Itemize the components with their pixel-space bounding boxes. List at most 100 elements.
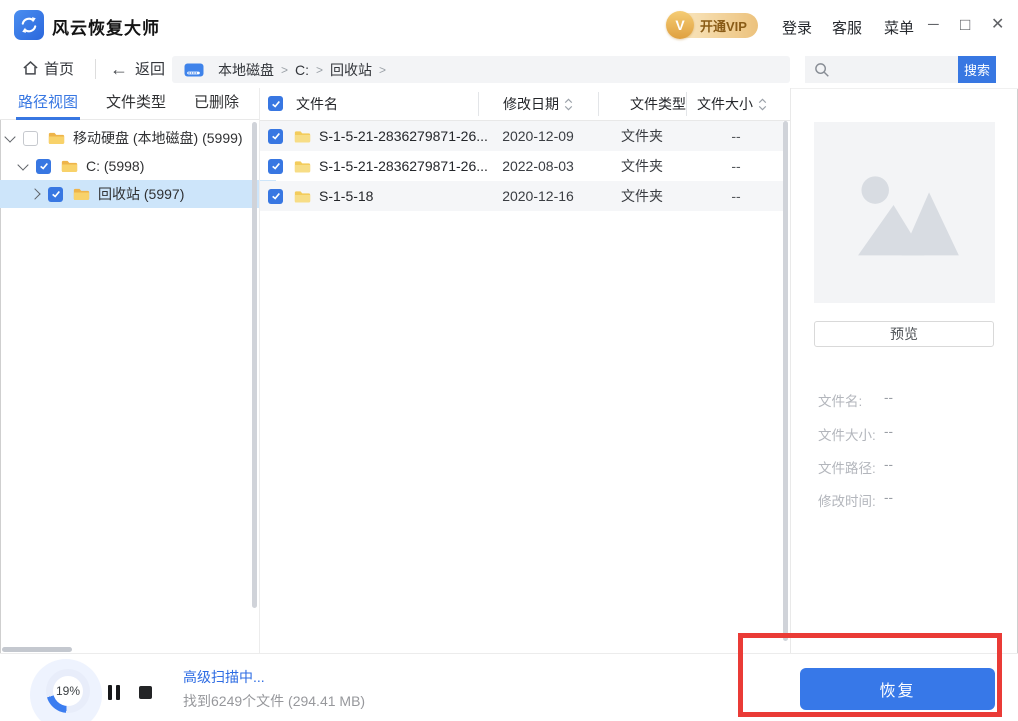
row-checkbox-checked[interactable] [268, 189, 283, 204]
vip-button[interactable]: V 开通VIP [668, 13, 758, 38]
column-header-type[interactable]: 文件类型 [614, 88, 702, 120]
field-value-filesize: -- [884, 424, 893, 439]
table-header: 文件名 修改日期 文件类型 文件大小 [260, 88, 790, 121]
sidebar-vertical-scrollbar[interactable] [252, 122, 257, 608]
tree-item-recycle-bin[interactable]: 回收站 (5997) [0, 180, 276, 208]
field-value-filename: -- [884, 390, 893, 405]
column-separator [598, 92, 599, 116]
breadcrumb-segment-disk[interactable]: 本地磁盘 [218, 60, 274, 80]
select-all-checkbox[interactable] [268, 96, 283, 111]
preview-button[interactable]: 预览 [814, 321, 994, 347]
tree-item-disk[interactable]: 移动硬盘 (本地磁盘) (5999) [0, 124, 258, 152]
breadcrumb-separator: > [316, 63, 323, 77]
breadcrumb-segment-c[interactable]: C: [295, 62, 309, 78]
table-row[interactable]: S-1-5-21-2836279871-26... 2020-12-09 文件夹… [260, 121, 783, 151]
support-link[interactable]: 客服 [832, 17, 862, 38]
progress-percent: 19% [53, 676, 83, 706]
file-date: 2022-08-03 [478, 158, 598, 174]
checkbox-checked[interactable] [48, 187, 63, 202]
vip-badge-icon: V [666, 11, 694, 39]
field-value-filepath: -- [884, 457, 893, 472]
file-date: 2020-12-09 [478, 128, 598, 144]
field-label-filesize: 文件大小: [818, 424, 876, 444]
menu-link[interactable]: 菜单 [884, 17, 914, 38]
tab-deleted[interactable]: 已删除 [192, 88, 241, 120]
nav-bar: 首页 ← 返回 本地磁盘 > C: > 回收站 > [0, 50, 1018, 89]
home-icon [22, 60, 39, 76]
status-bar: 19% 高级扫描中... 找到6249个文件 (294.41 MB) 恢复 [0, 653, 1018, 721]
chevron-down-icon[interactable] [17, 159, 28, 170]
column-separator [686, 92, 687, 116]
folder-icon [61, 159, 78, 173]
title-bar: 风云恢复大师 V 开通VIP 登录 客服 菜单 ─ □ ✕ [0, 0, 1018, 51]
row-checkbox-checked[interactable] [268, 129, 283, 144]
minimize-icon[interactable]: ─ [928, 16, 939, 34]
field-label-filepath: 文件路径: [818, 457, 876, 477]
tab-file-type[interactable]: 文件类型 [104, 88, 168, 120]
drive-icon [184, 62, 204, 78]
column-header-date[interactable]: 修改日期 [503, 88, 574, 120]
back-button[interactable]: ← 返回 [110, 58, 165, 80]
checkbox-unchecked[interactable] [23, 131, 38, 146]
search-icon [814, 62, 830, 78]
file-date: 2020-12-16 [478, 188, 598, 204]
tree-item-label: C: (5998) [86, 158, 144, 174]
checkbox-checked[interactable] [36, 159, 51, 174]
field-value-modified: -- [884, 490, 893, 505]
tab-path-view[interactable]: 路径视图 [16, 88, 80, 120]
breadcrumb-segment-recycle[interactable]: 回收站 [330, 60, 372, 80]
file-name: S-1-5-21-2836279871-26... [319, 128, 488, 144]
column-header-date-label: 修改日期 [503, 94, 559, 114]
back-arrow-icon: ← [110, 59, 128, 79]
column-header-name[interactable]: 文件名 [296, 88, 338, 120]
login-link[interactable]: 登录 [782, 17, 812, 38]
stop-button[interactable] [139, 686, 152, 699]
breadcrumb-separator: > [379, 63, 386, 77]
folder-icon [294, 159, 311, 174]
table-vertical-scrollbar[interactable] [783, 121, 788, 641]
file-size: -- [686, 158, 786, 174]
column-header-size[interactable]: 文件大小 [697, 88, 768, 120]
file-name: S-1-5-21-2836279871-26... [319, 158, 488, 174]
scan-status-text: 高级扫描中... [183, 667, 265, 687]
search-box [805, 56, 958, 83]
search-button[interactable]: 搜索 [958, 56, 996, 83]
home-label: 首页 [44, 61, 74, 78]
sort-icon[interactable] [563, 97, 574, 112]
file-name: S-1-5-18 [319, 188, 373, 204]
field-label-modified: 修改时间: [818, 490, 876, 510]
tree-item-c-drive[interactable]: C: (5998) [0, 152, 271, 180]
table-row[interactable]: S-1-5-18 2020-12-16 文件夹 -- [260, 181, 783, 211]
recover-button[interactable]: 恢复 [800, 668, 995, 710]
column-separator [478, 92, 479, 116]
close-icon[interactable]: ✕ [991, 16, 1004, 34]
row-checkbox-checked[interactable] [268, 159, 283, 174]
folder-icon [294, 189, 311, 204]
folder-icon [48, 131, 65, 145]
tree-item-label: 移动硬盘 (本地磁盘) (5999) [73, 128, 243, 148]
chevron-right-icon[interactable] [29, 188, 40, 199]
preview-placeholder [814, 122, 995, 303]
file-type: 文件夹 [598, 156, 686, 176]
column-header-size-label: 文件大小 [697, 94, 753, 114]
vip-label: 开通VIP [700, 16, 747, 35]
image-placeholder-icon [842, 161, 968, 265]
search-input[interactable] [836, 59, 958, 81]
breadcrumb: 本地磁盘 > C: > 回收站 > [172, 56, 790, 83]
pause-button[interactable] [108, 685, 123, 700]
maximize-icon[interactable]: □ [960, 16, 970, 34]
app-logo-icon [14, 10, 44, 40]
field-label-filename: 文件名: [818, 390, 862, 410]
sidebar-tabs: 路径视图 文件类型 已删除 [0, 88, 259, 120]
progress-ring: 19% [46, 669, 90, 713]
sort-icon[interactable] [757, 97, 768, 112]
file-size: -- [686, 188, 786, 204]
table-row[interactable]: S-1-5-21-2836279871-26... 2022-08-03 文件夹… [260, 151, 783, 181]
app-window: 风云恢复大师 V 开通VIP 登录 客服 菜单 ─ □ ✕ 首页 ← 返回 [0, 0, 1018, 721]
home-button[interactable]: 首页 [22, 58, 74, 79]
back-label: 返回 [135, 61, 165, 78]
file-type: 文件夹 [598, 186, 686, 206]
sidebar-horizontal-scrollbar[interactable] [2, 647, 72, 652]
chevron-down-icon[interactable] [4, 131, 15, 142]
found-files-text: 找到6249个文件 (294.41 MB) [183, 691, 365, 711]
